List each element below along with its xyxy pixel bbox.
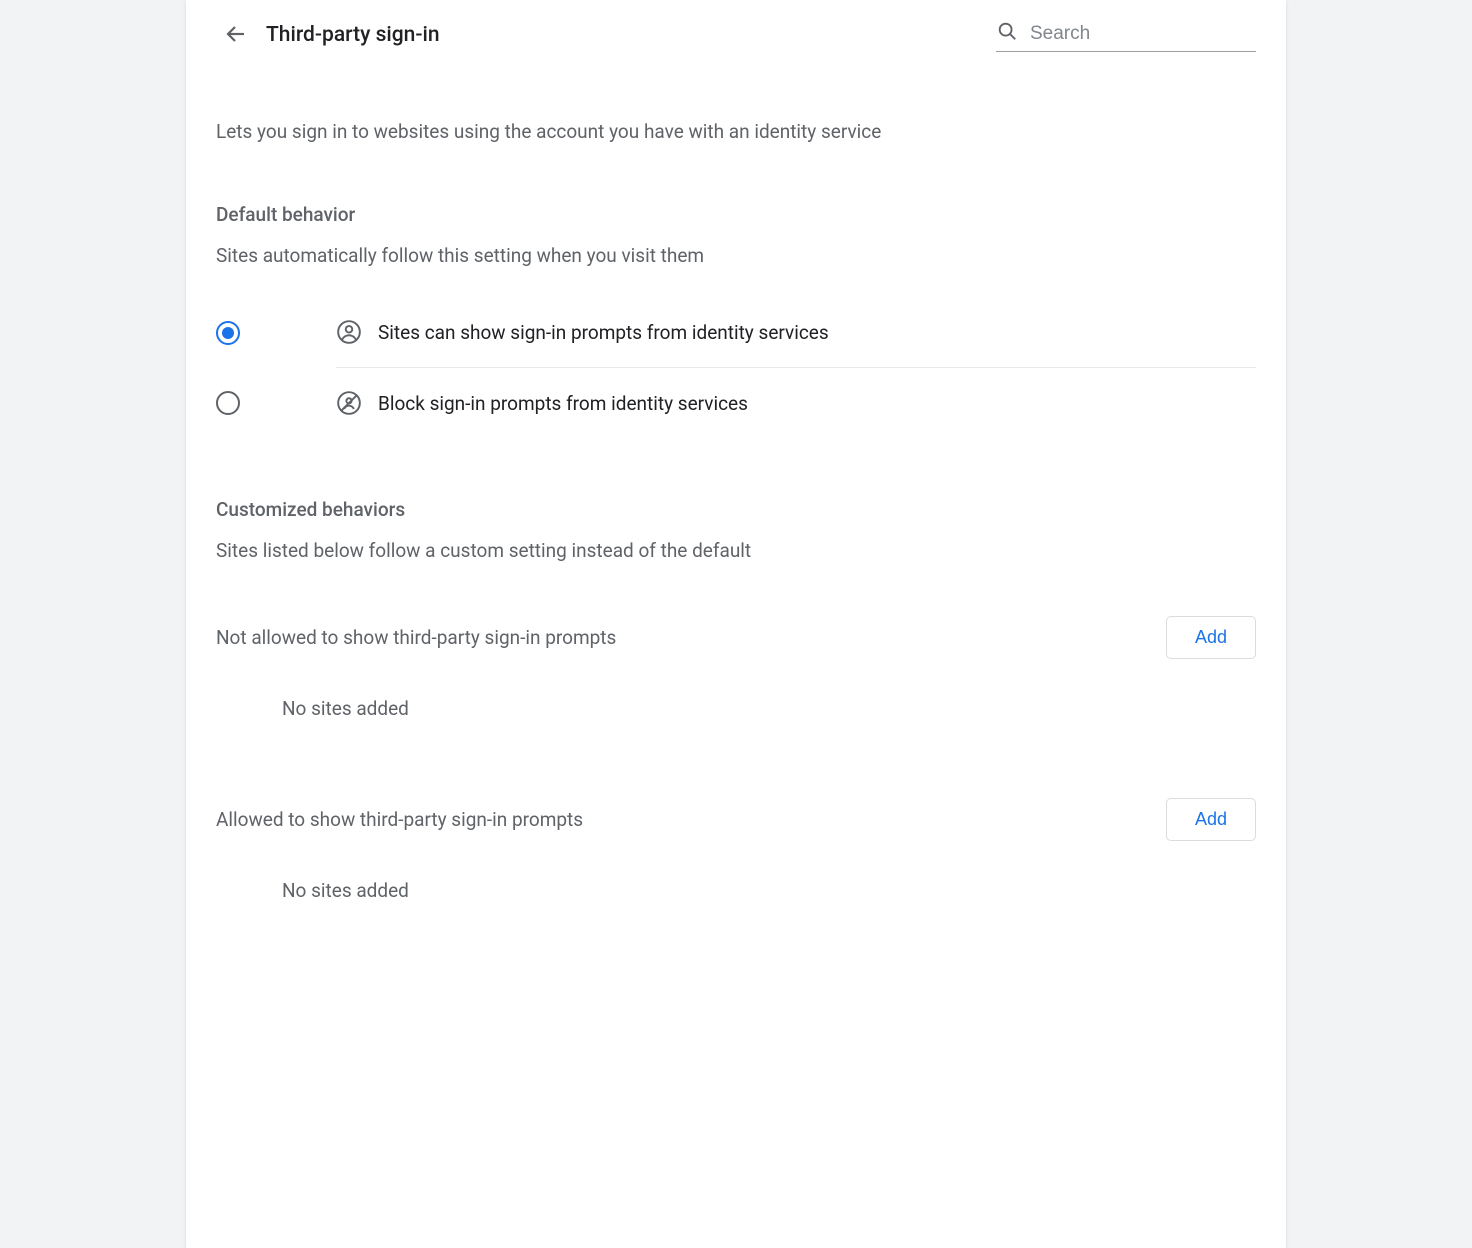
default-behavior-heading: Default behavior: [216, 203, 1256, 226]
allowed-label: Allowed to show third-party sign-in prom…: [216, 808, 583, 831]
allowed-list: Allowed to show third-party sign-in prom…: [216, 784, 1256, 926]
arrow-left-icon: [224, 22, 248, 49]
page-title: Third-party sign-in: [266, 23, 440, 47]
option-allow-label: Sites can show sign-in prompts from iden…: [378, 321, 829, 344]
header: Third-party sign-in: [186, 0, 1286, 60]
radio-allow[interactable]: [216, 321, 240, 345]
add-allowed-button[interactable]: Add: [1166, 798, 1256, 841]
customized-subtext: Sites listed below follow a custom setti…: [216, 539, 1256, 562]
option-block-row[interactable]: Block sign-in prompts from identity serv…: [216, 368, 1256, 438]
add-not-allowed-button[interactable]: Add: [1166, 616, 1256, 659]
settings-card: Third-party sign-in Lets you sign in to …: [186, 0, 1286, 1248]
search-field[interactable]: [996, 18, 1256, 52]
not-allowed-list: Not allowed to show third-party sign-in …: [216, 602, 1256, 744]
default-behavior-subtext: Sites automatically follow this setting …: [216, 244, 1256, 267]
block-person-icon: [336, 390, 362, 416]
allowed-empty: No sites added: [216, 855, 1256, 926]
page-description: Lets you sign in to websites using the a…: [216, 120, 1256, 143]
not-allowed-empty: No sites added: [216, 673, 1256, 744]
customized-heading: Customized behaviors: [216, 498, 1256, 521]
option-allow-row[interactable]: Sites can show sign-in prompts from iden…: [216, 297, 1256, 368]
search-icon: [996, 20, 1028, 47]
person-circle-icon: [336, 319, 362, 345]
content: Lets you sign in to websites using the a…: [186, 120, 1286, 926]
not-allowed-head: Not allowed to show third-party sign-in …: [216, 602, 1256, 673]
back-button[interactable]: [216, 15, 256, 55]
allowed-head: Allowed to show third-party sign-in prom…: [216, 784, 1256, 855]
radio-block[interactable]: [216, 391, 240, 415]
search-input[interactable]: [1028, 22, 1256, 46]
not-allowed-label: Not allowed to show third-party sign-in …: [216, 626, 616, 649]
default-behavior-options: Sites can show sign-in prompts from iden…: [216, 297, 1256, 438]
option-block-label: Block sign-in prompts from identity serv…: [378, 392, 748, 415]
